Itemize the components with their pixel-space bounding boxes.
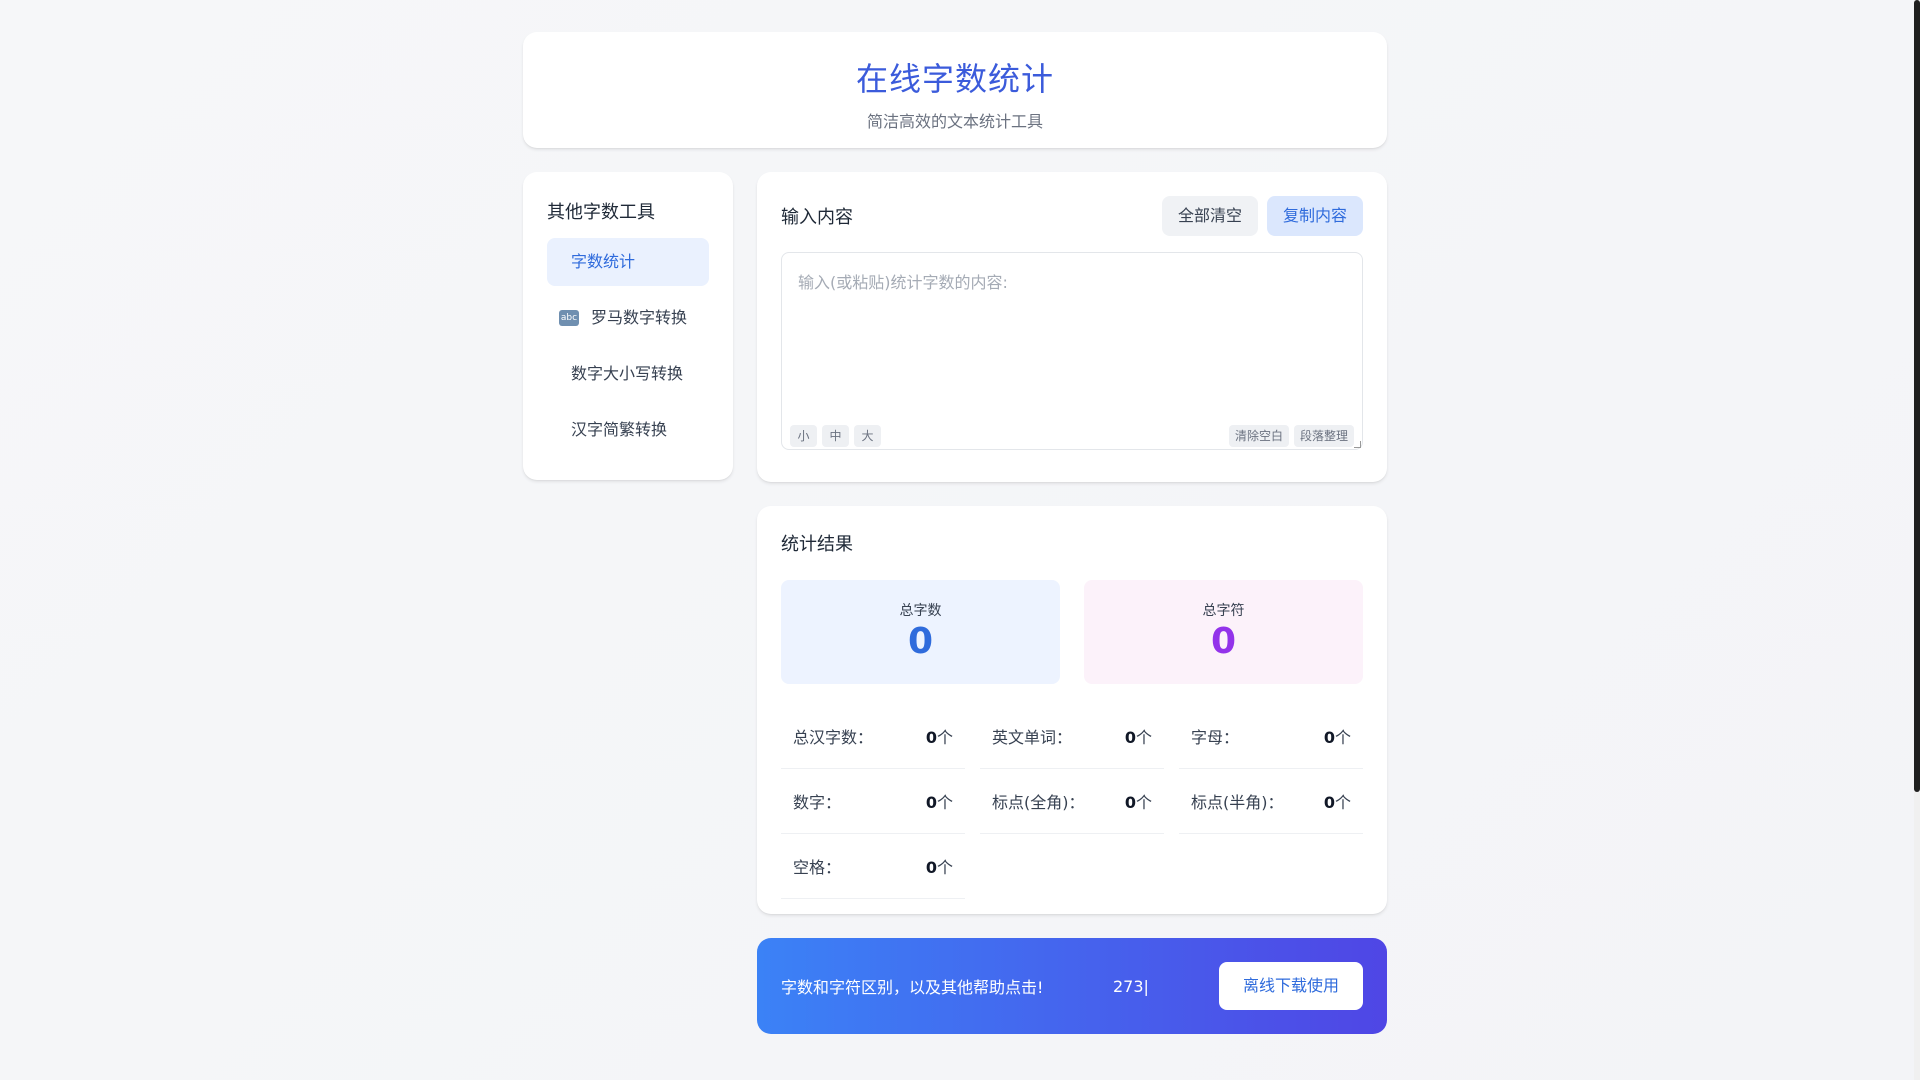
stat-value: 0个	[1323, 728, 1351, 747]
resize-handle-icon[interactable]	[1354, 441, 1361, 448]
sidebar-item-roman-numeral[interactable]: abc 罗马数字转换	[547, 294, 709, 342]
sidebar: 其他字数工具 字数统计 abc 罗马数字转换 数字大小写转换 汉字简繁转换	[523, 172, 733, 480]
stat-label: 数字：	[793, 793, 842, 812]
content-row: 其他字数工具 字数统计 abc 罗马数字转换 数字大小写转换 汉字简繁转换 输入…	[523, 172, 1387, 1034]
input-header: 输入内容 全部清空 复制内容	[781, 196, 1363, 236]
total-words-value: 0	[907, 621, 934, 662]
stat-english-words: 英文单词： 0个	[980, 704, 1164, 769]
visit-counter: 273|	[1113, 976, 1149, 996]
stat-value: 0个	[1124, 793, 1152, 812]
format-paragraph-button[interactable]: 段落整理	[1293, 425, 1354, 447]
sidebar-item-word-count[interactable]: 字数统计	[547, 238, 709, 286]
font-size-small-button[interactable]: 小	[790, 425, 817, 447]
sidebar-item-label: 字数统计	[571, 252, 636, 271]
scrollbar-thumb[interactable]	[1914, 0, 1920, 792]
stat-digits: 数字： 0个	[781, 769, 965, 834]
stat-value: 0个	[1124, 728, 1152, 747]
stat-letters: 字母： 0个	[1179, 704, 1363, 769]
stat-chinese-chars: 总汉字数： 0个	[781, 704, 965, 769]
input-title: 输入内容	[781, 207, 853, 228]
clear-all-button[interactable]: 全部清空	[1161, 196, 1258, 236]
help-banner: 字数和字符区别，以及其他帮助点击! 273| 离线下载使用	[757, 938, 1387, 1034]
header-card: 在线字数统计 简洁高效的文本统计工具	[523, 32, 1387, 148]
total-words-panel: 总字数 0	[781, 580, 1060, 684]
offline-download-button[interactable]: 离线下载使用	[1218, 962, 1363, 1010]
stat-label: 空格：	[793, 858, 842, 877]
main-column: 输入内容 全部清空 复制内容 小 中 大 清除空白 段落整理	[757, 172, 1387, 1034]
font-size-controls: 小 中 大	[790, 425, 881, 447]
stat-label: 英文单词：	[992, 728, 1073, 747]
text-input-box: 小 中 大 清除空白 段落整理	[781, 252, 1363, 450]
stat-value: 0个	[925, 858, 953, 877]
stat-label: 标点(半角)：	[1191, 793, 1284, 812]
sidebar-item-label: 汉字简繁转换	[571, 420, 668, 439]
sidebar-item-number-case[interactable]: 数字大小写转换	[547, 350, 709, 398]
font-size-large-button[interactable]: 大	[854, 425, 881, 447]
stats-title: 统计结果	[781, 534, 853, 555]
help-link[interactable]: 字数和字符区别，以及其他帮助点击!	[781, 974, 1043, 998]
total-words-label: 总字数	[899, 603, 942, 619]
total-chars-value: 0	[1210, 621, 1237, 662]
stat-label: 总汉字数：	[793, 728, 874, 747]
total-chars-label: 总字符	[1202, 603, 1245, 619]
sidebar-title: 其他字数工具	[547, 202, 655, 223]
page-title: 在线字数统计	[855, 60, 1054, 98]
stat-value: 0个	[925, 793, 953, 812]
stat-label: 字母：	[1191, 728, 1240, 747]
stat-label: 标点(全角)：	[992, 793, 1085, 812]
stat-spaces: 空格： 0个	[781, 834, 965, 899]
stat-value: 0个	[1323, 793, 1351, 812]
total-chars-panel: 总字符 0	[1084, 580, 1363, 684]
sidebar-item-chinese-convert[interactable]: 汉字简繁转换	[547, 406, 709, 454]
sidebar-item-label: 数字大小写转换	[571, 364, 684, 383]
text-input[interactable]	[782, 253, 1362, 413]
font-size-medium-button[interactable]: 中	[822, 425, 849, 447]
stat-fullwidth-punct: 标点(全角)： 0个	[980, 769, 1164, 834]
abc-icon: abc	[559, 310, 579, 326]
input-actions: 全部清空 复制内容	[1161, 196, 1363, 236]
stats-card: 统计结果 总字数 0 总字符 0 总汉字数： 0个 英文单词： 0个 字母： 0…	[757, 506, 1387, 914]
sidebar-item-label: 罗马数字转换	[591, 308, 688, 327]
stats-grid: 总汉字数： 0个 英文单词： 0个 字母： 0个 数字： 0个 标点(全角)： …	[781, 704, 1363, 899]
stat-halfwidth-punct: 标点(半角)： 0个	[1179, 769, 1363, 834]
page-subtitle: 简洁高效的文本统计工具	[866, 112, 1043, 131]
copy-content-button[interactable]: 复制内容	[1266, 196, 1363, 236]
page-container: 在线字数统计 简洁高效的文本统计工具 其他字数工具 字数统计 abc 罗马数字转…	[523, 32, 1387, 1034]
text-tools: 清除空白 段落整理	[1228, 425, 1354, 447]
stat-value: 0个	[925, 728, 953, 747]
input-card: 输入内容 全部清空 复制内容 小 中 大 清除空白 段落整理	[757, 172, 1387, 482]
stats-summary: 总字数 0 总字符 0	[781, 580, 1363, 684]
trim-whitespace-button[interactable]: 清除空白	[1228, 425, 1289, 447]
